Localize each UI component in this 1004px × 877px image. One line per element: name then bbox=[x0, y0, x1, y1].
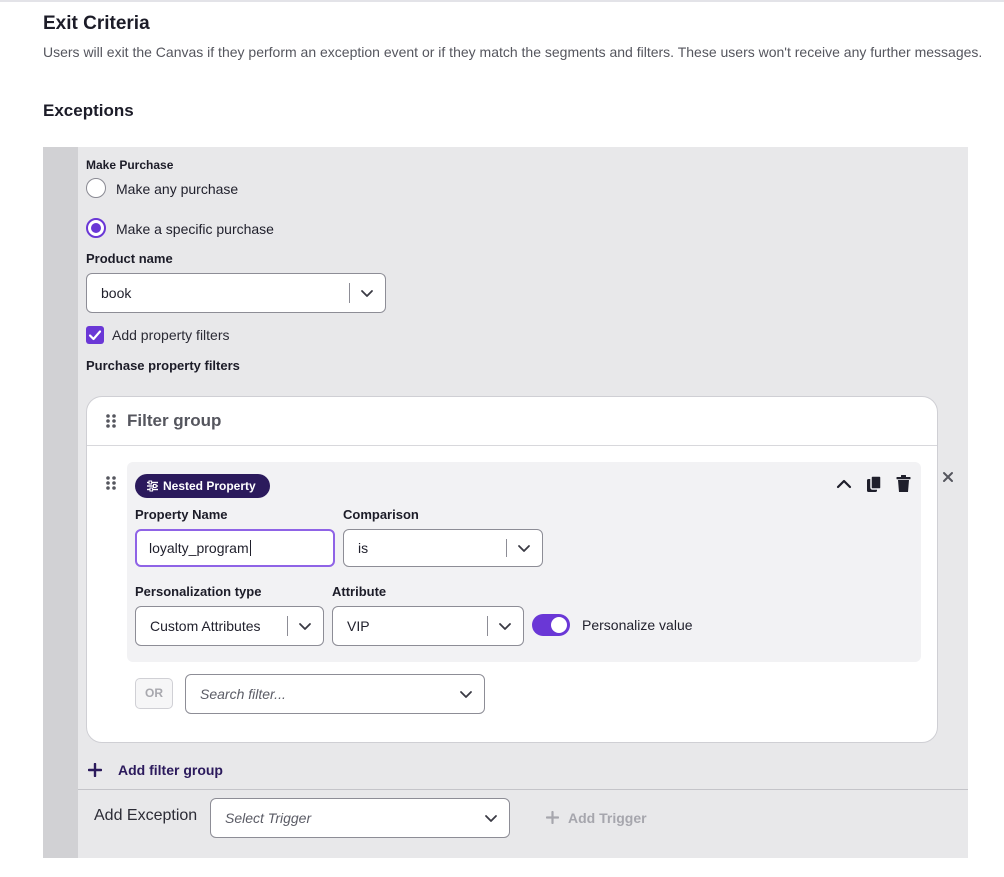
attribute-value: VIP bbox=[347, 618, 370, 634]
copy-icon[interactable] bbox=[866, 475, 882, 493]
top-divider bbox=[0, 0, 1004, 2]
chevron-down-icon bbox=[361, 290, 373, 297]
property-name-input[interactable]: loyalty_program bbox=[135, 529, 335, 567]
attribute-select[interactable]: VIP bbox=[332, 606, 524, 646]
or-chip: OR bbox=[135, 678, 173, 709]
filter-drag-handle-icon[interactable] bbox=[105, 475, 117, 491]
nested-property-badge: Nested Property bbox=[135, 474, 270, 498]
chevron-up-icon[interactable] bbox=[836, 477, 852, 491]
trash-icon[interactable] bbox=[896, 475, 911, 493]
attribute-label: Attribute bbox=[332, 584, 387, 599]
make-purchase-label: Make Purchase bbox=[86, 158, 174, 172]
search-filter-placeholder: Search filter... bbox=[200, 686, 286, 702]
chevron-down-icon bbox=[485, 815, 497, 822]
chevron-down-icon bbox=[518, 545, 530, 552]
nested-property-badge-label: Nested Property bbox=[163, 479, 256, 493]
purchase-property-filters-label: Purchase property filters bbox=[86, 358, 240, 373]
product-name-select[interactable]: book bbox=[86, 273, 386, 313]
personalize-value-label: Personalize value bbox=[582, 617, 693, 633]
select-trigger-placeholder: Select Trigger bbox=[225, 810, 312, 826]
chevron-down-icon bbox=[499, 623, 511, 630]
radio-label-make-specific-purchase[interactable]: Make a specific purchase bbox=[116, 221, 274, 237]
drag-handle-icon[interactable] bbox=[105, 413, 117, 429]
personalization-type-value: Custom Attributes bbox=[150, 618, 261, 634]
product-name-label: Product name bbox=[86, 251, 173, 266]
property-name-value: loyalty_program bbox=[149, 540, 249, 556]
comparison-value: is bbox=[358, 540, 369, 556]
select-divider bbox=[506, 539, 507, 557]
personalization-type-select[interactable]: Custom Attributes bbox=[135, 606, 324, 646]
radio-make-any-purchase[interactable] bbox=[86, 178, 106, 198]
footer-divider bbox=[78, 789, 968, 790]
chevron-down-icon bbox=[460, 691, 472, 698]
add-trigger-plus-icon[interactable] bbox=[546, 811, 559, 824]
add-filter-group-button[interactable]: Add filter group bbox=[118, 762, 223, 778]
select-divider bbox=[349, 283, 350, 303]
sliders-icon bbox=[147, 480, 158, 492]
exit-criteria-description: Users will exit the Canvas if they perfo… bbox=[43, 44, 983, 60]
search-filter-select[interactable]: Search filter... bbox=[185, 674, 485, 714]
text-caret bbox=[249, 540, 251, 556]
add-property-filters-checkbox[interactable] bbox=[86, 326, 104, 344]
radio-label-make-any-purchase[interactable]: Make any purchase bbox=[116, 181, 238, 197]
property-name-label: Property Name bbox=[135, 507, 228, 522]
personalization-type-label: Personalization type bbox=[135, 584, 262, 599]
exit-criteria-title: Exit Criteria bbox=[43, 13, 150, 34]
exception-panel-rail bbox=[43, 147, 78, 858]
select-divider bbox=[487, 616, 488, 636]
filter-group-divider bbox=[87, 445, 937, 446]
plus-icon[interactable] bbox=[88, 763, 102, 777]
radio-make-specific-purchase[interactable] bbox=[86, 218, 106, 238]
add-trigger-button[interactable]: Add Trigger bbox=[568, 810, 647, 826]
checkmark-icon bbox=[88, 330, 102, 341]
filter-group-title: Filter group bbox=[127, 411, 222, 430]
close-icon[interactable] bbox=[942, 471, 954, 483]
comparison-label: Comparison bbox=[343, 507, 419, 522]
exceptions-title: Exceptions bbox=[43, 101, 134, 120]
add-exception-label: Add Exception bbox=[94, 807, 198, 824]
comparison-select[interactable]: is bbox=[343, 529, 543, 567]
add-property-filters-label[interactable]: Add property filters bbox=[112, 327, 230, 343]
select-divider bbox=[287, 616, 288, 636]
chevron-down-icon bbox=[299, 623, 311, 630]
select-trigger-dropdown[interactable]: Select Trigger bbox=[210, 798, 510, 838]
product-name-value: book bbox=[101, 285, 132, 301]
personalize-value-toggle[interactable] bbox=[532, 614, 570, 636]
